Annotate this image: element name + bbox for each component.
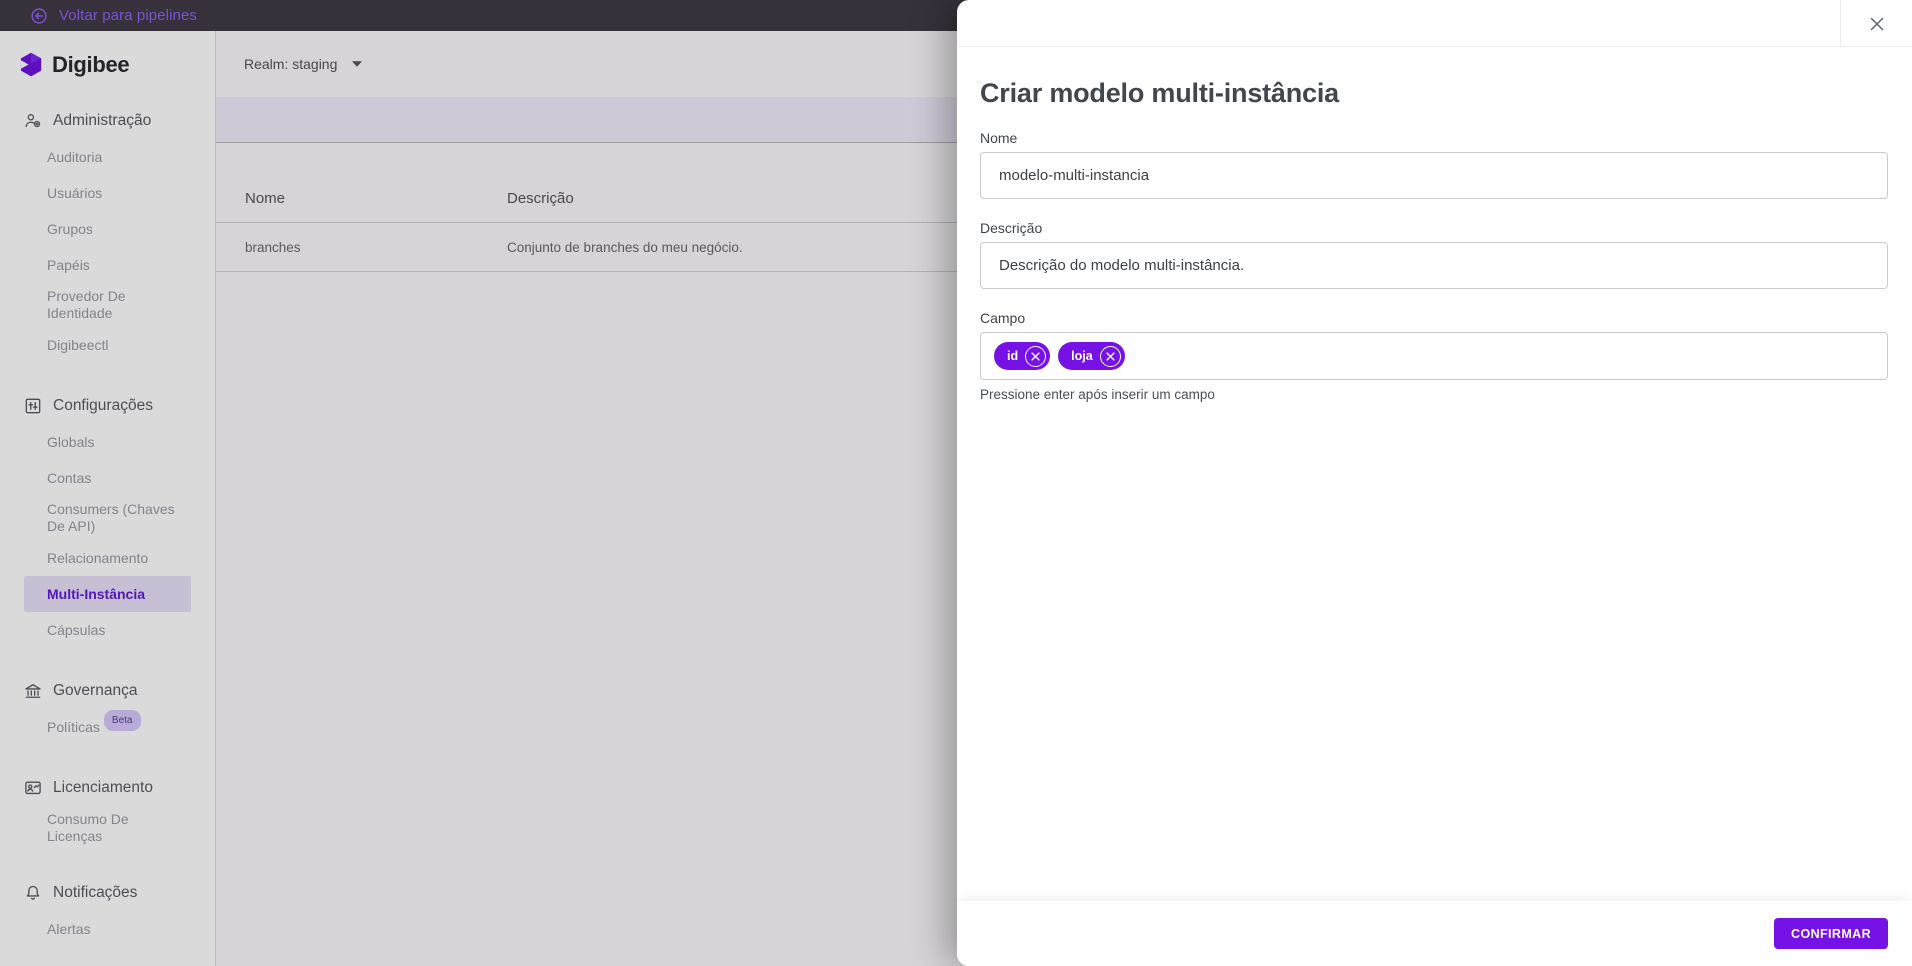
chip-loja: loja — [1058, 342, 1125, 370]
confirm-button[interactable]: CONFIRMAR — [1774, 918, 1888, 949]
chip-label: loja — [1071, 349, 1093, 363]
campo-field-label: Campo — [980, 310, 1026, 326]
chip-close-icon — [1031, 351, 1040, 361]
close-icon — [1870, 17, 1883, 30]
descricao-input[interactable] — [980, 242, 1888, 289]
modal-title: Criar modelo multi-instância — [980, 78, 1339, 108]
nome-input[interactable] — [980, 152, 1888, 199]
descricao-field-label: Descrição — [980, 220, 1043, 236]
nome-field-label: Nome — [980, 130, 1018, 146]
chip-label: id — [1007, 349, 1019, 363]
modal-body: Criar modelo multi-instância Nome Descri… — [957, 47, 1912, 402]
chip-close-icon — [1106, 351, 1115, 361]
create-model-modal: Criar modelo multi-instância Nome Descri… — [957, 0, 1912, 966]
modal-footer: CONFIRMAR — [957, 901, 1912, 966]
close-button[interactable] — [1840, 0, 1912, 47]
remove-chip-button[interactable] — [1099, 345, 1121, 367]
campo-helper-text: Pressione enter após inserir um campo — [980, 387, 1215, 402]
app-root: Voltar para pipelines Digibee Administra… — [0, 0, 1912, 966]
modal-header — [957, 0, 1912, 47]
remove-chip-button[interactable] — [1025, 345, 1047, 367]
chip-id: id — [994, 342, 1051, 370]
campo-chips-input[interactable]: id loja — [980, 332, 1888, 380]
